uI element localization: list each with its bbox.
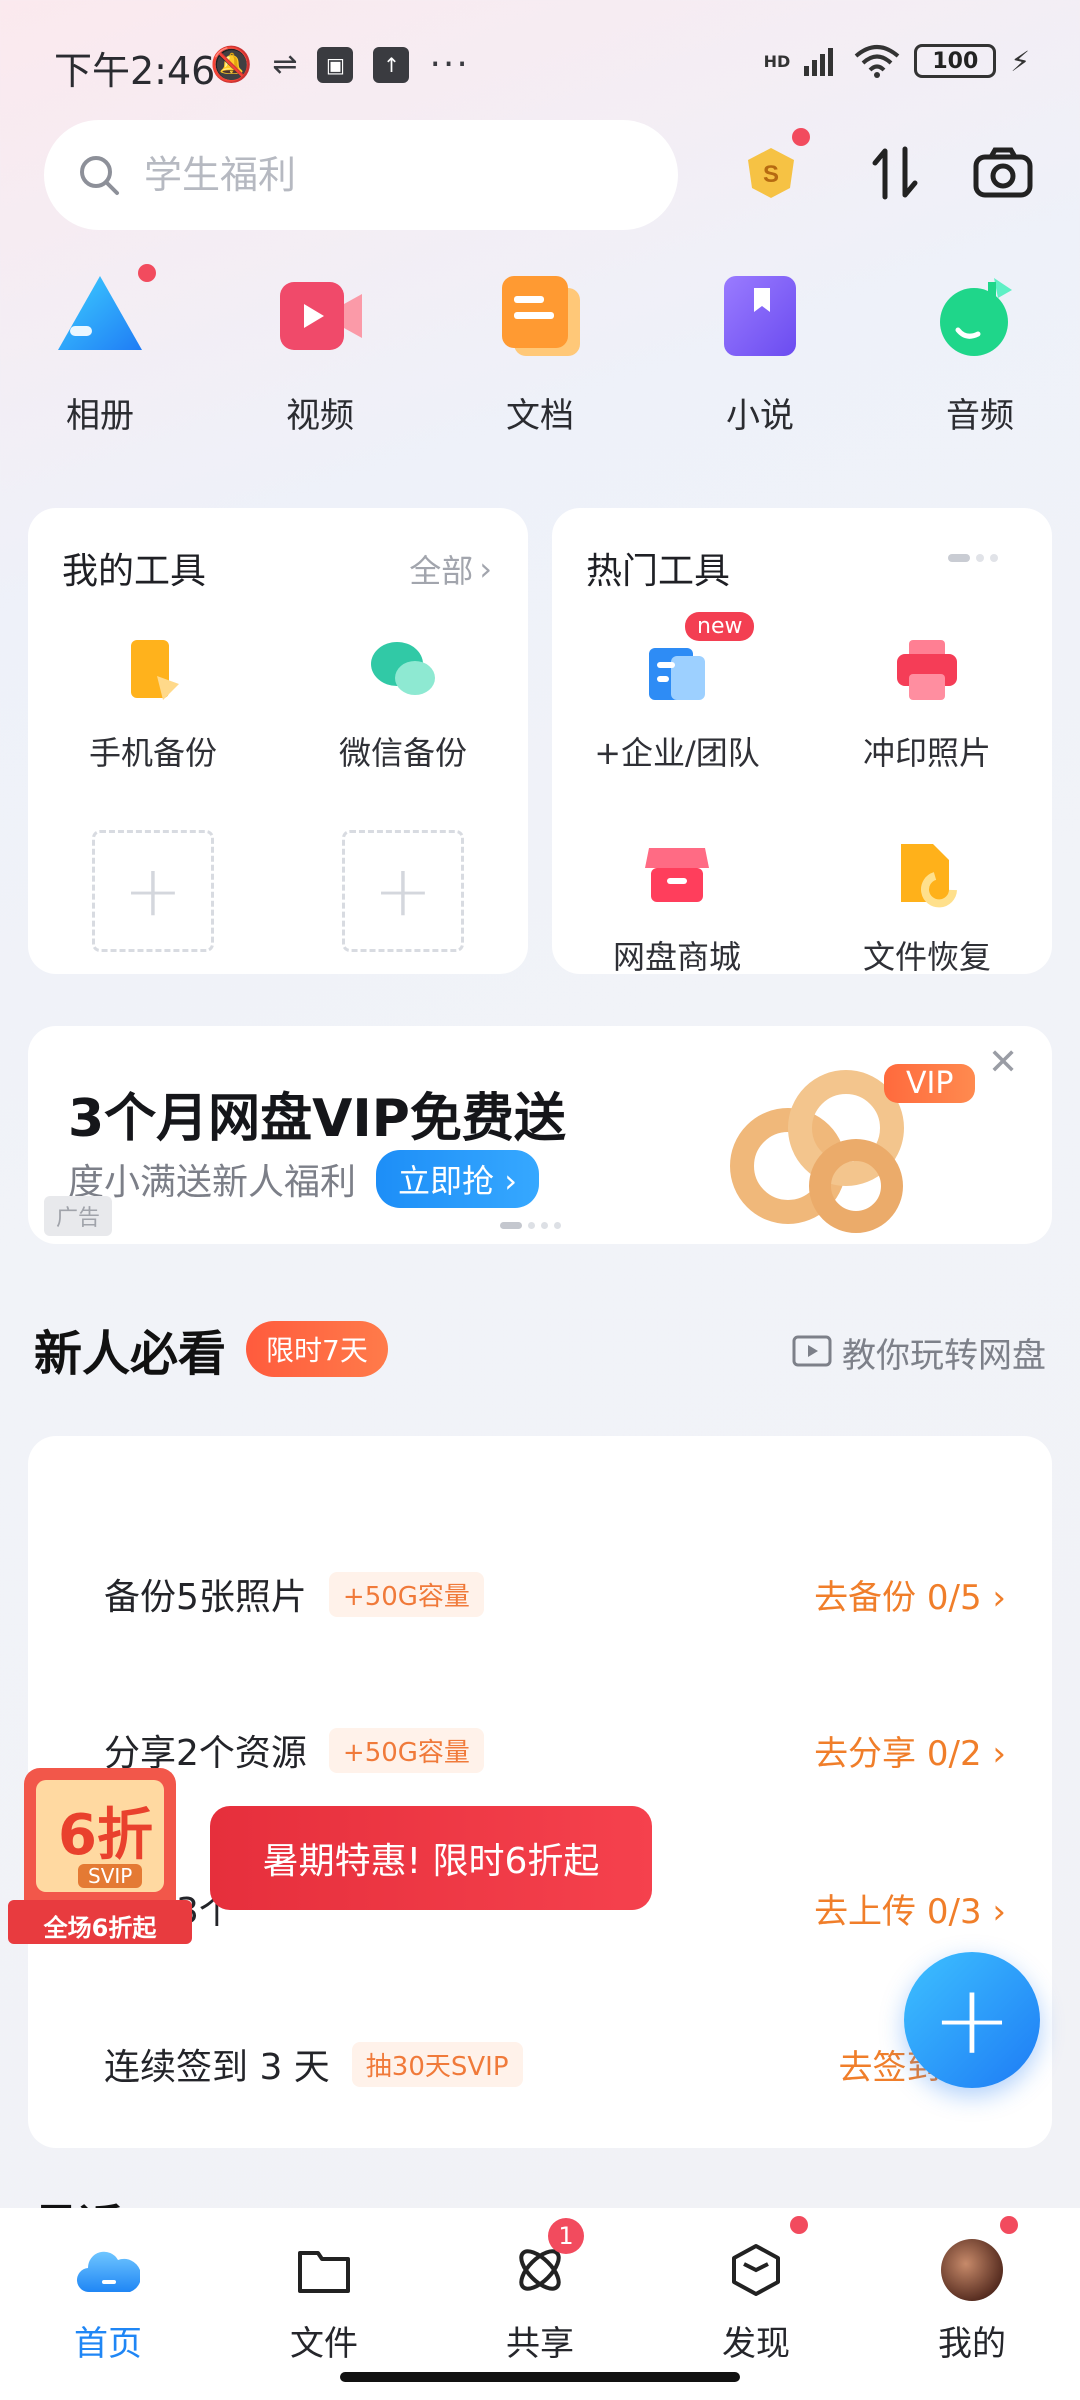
- folder-icon: [292, 2238, 356, 2302]
- video-icon: [272, 268, 368, 364]
- limit-badge: 限时7天: [246, 1321, 388, 1377]
- task-action-button[interactable]: 去备份 0/5 ›: [814, 1570, 1006, 1619]
- discover-icon: [724, 2216, 808, 2302]
- upload-notification-icon: ↑: [373, 46, 410, 83]
- mute-icon: 🔕: [210, 44, 253, 85]
- camera-icon: [973, 147, 1033, 198]
- task-action-button[interactable]: 去分享 0/2 ›: [814, 1726, 1006, 1775]
- tool-print-photo[interactable]: 冲印照片: [802, 634, 1052, 774]
- wifi-icon: [855, 45, 900, 78]
- add-fab-button[interactable]: +: [904, 1952, 1040, 2088]
- notification-dot: [792, 128, 810, 146]
- audio-icon: [932, 268, 1028, 364]
- my-tools-all-link[interactable]: 全部 ›: [409, 546, 492, 592]
- ad-subtitle: 度小满送新人福利: [68, 1162, 357, 1203]
- tool-phone-backup[interactable]: 手机备份: [28, 634, 278, 774]
- notification-dot: [138, 264, 156, 282]
- status-bar: 下午2:46 🔕 ⇌ ▣ ↑ ··· HD 100 ⚡: [0, 0, 1080, 130]
- promo-coupon[interactable]: 6折 SVIP 全场6折起: [8, 1768, 192, 1948]
- app-notification-icon: ▣: [317, 46, 354, 83]
- guide-link[interactable]: 教你玩转网盘: [792, 1328, 1046, 1377]
- tool-file-recovery[interactable]: 文件恢复: [802, 838, 1052, 978]
- hot-tools-title: 热门工具: [586, 551, 731, 592]
- play-video-icon: [792, 1335, 832, 1366]
- ad-banner[interactable]: 3个月网盘VIP免费送 度小满送新人福利 立即抢 › 广告 VIP ✕: [28, 1026, 1052, 1244]
- phone-backup-icon: [117, 634, 189, 706]
- new-badge: new: [685, 612, 755, 641]
- search-icon: [80, 156, 119, 195]
- svip-coin-button[interactable]: S: [726, 128, 816, 218]
- coin-s-icon: S: [748, 148, 794, 198]
- photo-album-icon: [52, 264, 156, 364]
- notification-dot: [1000, 2216, 1018, 2234]
- novel-icon: [712, 268, 808, 364]
- category-novels[interactable]: 小说: [700, 268, 820, 437]
- category-videos[interactable]: 视频: [260, 268, 380, 437]
- print-photo-icon: [891, 634, 963, 706]
- category-photos[interactable]: 相册: [40, 264, 160, 437]
- signal-hd-label: HD: [763, 51, 791, 71]
- task-action-button[interactable]: 去上传 0/3 ›: [814, 1884, 1006, 1933]
- ad-page-indicator: [500, 1222, 561, 1229]
- chevron-right-icon: ›: [479, 550, 492, 588]
- promo-banner[interactable]: 暑期特惠! 限时6折起: [210, 1806, 652, 1910]
- transfer-icon: [872, 146, 918, 200]
- avatar: [940, 2216, 1018, 2302]
- nav-mine[interactable]: 我的: [864, 2208, 1080, 2400]
- battery-icon: 100: [914, 44, 997, 78]
- category-row: 相册 视频 文档 小说 音频: [40, 264, 1040, 437]
- wechat-backup-icon: [367, 634, 439, 706]
- home-indicator: [340, 2372, 740, 2382]
- my-tools-title: 我的工具: [62, 551, 207, 592]
- tool-netdisk-mall[interactable]: 网盘商城: [552, 838, 802, 978]
- share-count-badge: 1: [548, 2218, 584, 2254]
- camera-button[interactable]: [958, 128, 1048, 218]
- enterprise-team-icon: new: [641, 612, 755, 706]
- page-indicator: [948, 554, 998, 562]
- more-notifications-icon: ···: [429, 44, 470, 85]
- netdisk-mall-icon: [641, 838, 713, 910]
- transfer-button[interactable]: [850, 128, 940, 218]
- home-cloud-icon: [76, 2238, 140, 2302]
- close-icon[interactable]: ✕: [988, 1042, 1018, 1083]
- newbie-section-title: 新人必看: [34, 1326, 227, 1382]
- ad-tag: 广告: [44, 1196, 113, 1236]
- file-recovery-icon: [891, 838, 963, 910]
- svg-text:S: S: [763, 161, 779, 188]
- search-bar[interactable]: [44, 120, 678, 230]
- my-tools-card: 我的工具 全部 › 手机备份 微信备份 + +: [28, 508, 528, 974]
- ad-cta-button[interactable]: 立即抢 ›: [376, 1150, 539, 1208]
- usb-icon: ⇌: [272, 47, 298, 82]
- signal-icon: [804, 48, 834, 76]
- tool-wechat-backup[interactable]: 微信备份: [278, 634, 528, 774]
- tool-enterprise-team[interactable]: new +企业/团队: [552, 612, 802, 774]
- charging-icon: ⚡: [1010, 44, 1030, 78]
- notification-dot: [790, 2216, 808, 2234]
- hot-tools-card: 热门工具 new +企业/团队 冲印照片 网盘商城 文件恢复: [552, 508, 1052, 976]
- plus-icon: +: [931, 1964, 1013, 2076]
- document-icon: [492, 268, 588, 364]
- task-row: 备份5张照片 +50G容量 去备份 0/5 ›: [28, 1516, 1080, 1672]
- search-input[interactable]: [144, 153, 624, 197]
- category-audio[interactable]: 音频: [920, 268, 1040, 437]
- status-time: 下午2:46: [54, 49, 216, 93]
- category-documents[interactable]: 文档: [480, 268, 600, 437]
- add-tool-slot[interactable]: +: [92, 830, 214, 952]
- nav-home[interactable]: 首页: [0, 2208, 216, 2400]
- vip-badge: VIP: [884, 1064, 976, 1103]
- add-tool-slot[interactable]: +: [342, 830, 464, 952]
- ad-title: 3个月网盘VIP免费送: [68, 1089, 566, 1149]
- share-icon: 1: [508, 2218, 584, 2302]
